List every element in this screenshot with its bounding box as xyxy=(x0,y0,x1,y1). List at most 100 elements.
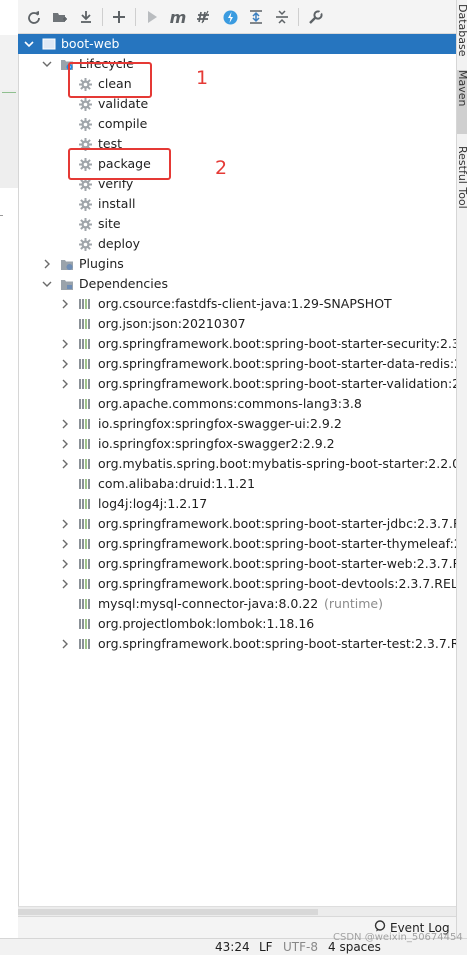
lifecycle-phase-install[interactable]: install xyxy=(18,194,456,214)
tree-row-plugins[interactable]: Plugins xyxy=(18,254,456,274)
download-icon[interactable] xyxy=(77,8,95,26)
dependency-label: org.csource:fastdfs-client-java:1.29-SNA… xyxy=(98,296,392,311)
dependency-row[interactable]: org.springframework.boot:spring-boot-sta… xyxy=(18,354,456,374)
caret-position[interactable]: 43:24 xyxy=(215,940,250,954)
gear-icon xyxy=(78,217,92,231)
chevron-right-icon[interactable] xyxy=(60,639,70,649)
tree-row-project[interactable]: boot-web xyxy=(18,34,456,54)
refresh-icon[interactable] xyxy=(25,8,43,26)
chevron-right-icon[interactable] xyxy=(60,439,70,449)
dependency-label: org.springframework.boot:spring-boot-sta… xyxy=(98,376,456,391)
dependency-label: io.springfox:springfox-swagger-ui:2.9.2 xyxy=(98,416,342,431)
chevron-down-icon[interactable] xyxy=(42,59,52,69)
toggle-skip-tests-icon[interactable] xyxy=(221,8,239,26)
chevron-right-icon[interactable] xyxy=(60,579,70,589)
dependency-row[interactable]: org.springframework.boot:spring-boot-sta… xyxy=(18,634,456,654)
library-icon xyxy=(78,537,92,551)
chevron-right-icon[interactable] xyxy=(60,359,70,369)
show-dependencies-icon[interactable] xyxy=(247,8,265,26)
dependency-row[interactable]: org.csource:fastdfs-client-java:1.29-SNA… xyxy=(18,294,456,314)
tree-row-dependencies[interactable]: Dependencies xyxy=(18,274,456,294)
add-project-icon[interactable] xyxy=(51,8,69,26)
chevron-right-icon[interactable] xyxy=(60,339,70,349)
chevron-down-icon[interactable] xyxy=(24,39,34,49)
dependency-row[interactable]: org.springframework.boot:spring-boot-sta… xyxy=(18,554,456,574)
chevron-right-icon[interactable] xyxy=(42,259,52,269)
chevron-right-icon[interactable] xyxy=(60,379,70,389)
library-icon xyxy=(78,357,92,371)
dependency-row[interactable]: io.springfox:springfox-swagger2:2.9.2 xyxy=(18,434,456,454)
plugins-folder-icon xyxy=(60,257,74,271)
chevron-right-icon[interactable] xyxy=(60,459,70,469)
library-icon xyxy=(78,397,92,411)
project-name: boot-web xyxy=(61,36,120,51)
gear-icon xyxy=(78,97,92,111)
tab-maven-label: Maven xyxy=(456,70,467,107)
chevron-right-icon[interactable] xyxy=(60,519,70,529)
dependency-row[interactable]: io.springfox:springfox-swagger-ui:2.9.2 xyxy=(18,414,456,434)
dependency-label: org.springframework.boot:spring-boot-sta… xyxy=(98,556,456,571)
lifecycle-phase-site[interactable]: site xyxy=(18,214,456,234)
chevron-right-icon[interactable] xyxy=(60,559,70,569)
dependency-row[interactable]: org.springframework.boot:spring-boot-sta… xyxy=(18,374,456,394)
gutter-block xyxy=(0,35,18,90)
maven-module-icon xyxy=(42,37,56,51)
gear-icon xyxy=(78,237,92,251)
toggle-offline-icon[interactable] xyxy=(195,8,213,26)
library-icon xyxy=(78,557,92,571)
lifecycle-phase-label: site xyxy=(98,216,121,231)
maven-toolbar: m xyxy=(18,0,456,34)
library-icon xyxy=(78,297,92,311)
chevron-right-icon[interactable] xyxy=(60,419,70,429)
library-icon xyxy=(78,317,92,331)
dependency-row[interactable]: org.json:json:20210307 xyxy=(18,314,456,334)
dependency-label: mysql:mysql-connector-java:8.0.22 xyxy=(98,596,319,611)
scrollbar-thumb[interactable] xyxy=(18,909,318,915)
gutter-mark xyxy=(0,215,3,216)
gear-icon xyxy=(78,117,92,131)
dependency-label: org.springframework.boot:spring-boot-dev… xyxy=(98,576,456,591)
chevron-right-icon[interactable] xyxy=(60,299,70,309)
chevron-right-icon[interactable] xyxy=(60,539,70,549)
dependency-label: log4j:log4j:1.2.17 xyxy=(98,496,208,511)
execute-goal-label: m xyxy=(169,7,187,27)
add-icon[interactable] xyxy=(110,8,128,26)
dependency-row[interactable]: org.springframework.boot:spring-boot-sta… xyxy=(18,334,456,354)
gutter-block xyxy=(0,90,18,188)
dependency-label: org.mybatis.spring.boot:mybatis-spring-b… xyxy=(98,456,456,471)
tab-restful-tool[interactable]: Restful Tool xyxy=(457,146,467,236)
execute-goal-icon[interactable]: m xyxy=(169,7,187,27)
dependency-row[interactable]: mysql:mysql-connector-java:8.0.22 (runtim… xyxy=(18,594,456,614)
collapse-all-icon[interactable] xyxy=(273,8,291,26)
dependency-label: org.projectlombok:lombok:1.18.16 xyxy=(98,616,315,631)
tab-database[interactable]: Database xyxy=(457,4,467,60)
lifecycle-phase-compile[interactable]: compile xyxy=(18,114,456,134)
chevron-down-icon[interactable] xyxy=(42,279,52,289)
lifecycle-phase-deploy[interactable]: deploy xyxy=(18,234,456,254)
settings-icon[interactable] xyxy=(306,8,324,26)
annotation-number-1: 1 xyxy=(196,67,209,89)
maven-project-tree: boot-web Lifecycle clean validate compile t… xyxy=(18,34,456,906)
dependency-row[interactable]: org.apache.commons:commons-lang3:3.8 xyxy=(18,394,456,414)
library-icon xyxy=(78,477,92,491)
file-encoding[interactable]: UTF-8 xyxy=(283,940,318,954)
dependencies-label: Dependencies xyxy=(79,276,168,291)
dependency-scope: (runtime) xyxy=(324,596,383,611)
dependency-row[interactable]: org.springframework.boot:spring-boot-sta… xyxy=(18,514,456,534)
dependency-label: io.springfox:springfox-swagger2:2.9.2 xyxy=(98,436,335,451)
tab-maven[interactable]: Maven xyxy=(457,70,467,134)
dependencies-folder-icon xyxy=(60,277,74,291)
line-separator[interactable]: LF xyxy=(259,940,273,954)
watermark: CSDN @weixin_50674454 xyxy=(333,932,463,943)
dependency-label: org.springframework.boot:spring-boot-sta… xyxy=(98,336,456,351)
dependency-row[interactable]: org.springframework.boot:spring-boot-dev… xyxy=(18,574,456,594)
dependency-row[interactable]: org.springframework.boot:spring-boot-sta… xyxy=(18,534,456,554)
dependency-row[interactable]: log4j:log4j:1.2.17 xyxy=(18,494,456,514)
dependency-label: org.springframework.boot:spring-boot-sta… xyxy=(98,516,456,531)
library-icon xyxy=(78,497,92,511)
library-icon xyxy=(78,577,92,591)
dependency-row[interactable]: org.mybatis.spring.boot:mybatis-spring-b… xyxy=(18,454,456,474)
run-icon[interactable] xyxy=(143,8,161,26)
dependency-row[interactable]: com.alibaba:druid:1.1.21 xyxy=(18,474,456,494)
dependency-row[interactable]: org.projectlombok:lombok:1.18.16 xyxy=(18,614,456,634)
